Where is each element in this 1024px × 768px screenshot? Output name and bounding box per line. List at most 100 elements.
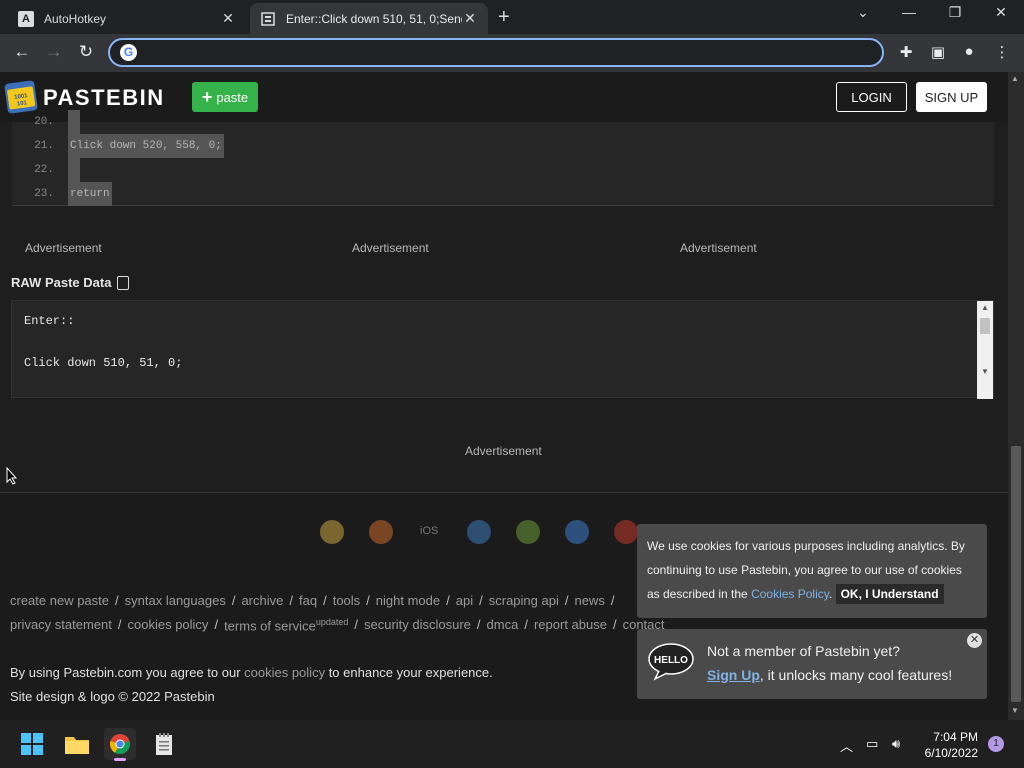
scroll-down-icon[interactable]: ▼ [1011, 706, 1019, 715]
file-explorer-icon[interactable] [61, 728, 93, 760]
windows-app-icon[interactable] [467, 520, 491, 544]
terms-text: terms of service [224, 618, 316, 634]
browser-title-bar: A AutoHotkey ✕ Enter::Click down 510, 51… [0, 0, 1024, 34]
footer-link[interactable]: news [574, 593, 604, 608]
footer-link[interactable]: tools [333, 593, 360, 608]
address-bar[interactable]: G [108, 38, 884, 67]
close-icon[interactable]: ✕ [967, 633, 982, 648]
start-icon[interactable] [16, 728, 48, 760]
footer-link[interactable]: privacy statement [10, 617, 112, 633]
code-line: 23. return [12, 182, 994, 206]
code-text: Click down 520, 558, 0; [68, 134, 224, 158]
cookies-policy-link[interactable]: cookies policy [244, 665, 325, 680]
network-icon[interactable]: ▭ [866, 736, 878, 752]
footer-link[interactable]: create new paste [10, 593, 109, 608]
tab-close-icon[interactable]: ✕ [462, 10, 478, 27]
cookies-policy-link[interactable]: Cookies Policy [751, 587, 829, 601]
footer-link[interactable]: report abuse [534, 617, 607, 633]
footer-link[interactable]: dmca [487, 617, 519, 633]
android-app-icon[interactable] [516, 520, 540, 544]
restore-icon[interactable]: ❐ [940, 4, 970, 21]
signup-link[interactable]: Sign Up [707, 667, 760, 683]
raw-paste-text: Enter:: Click down 510, 51, 0; [24, 314, 183, 370]
footer-link[interactable]: security disclosure [364, 617, 471, 633]
chrome-app-icon[interactable] [320, 520, 344, 544]
mac-app-icon[interactable] [565, 520, 589, 544]
code-text: return [68, 182, 112, 206]
footer-link-terms[interactable]: terms of serviceupdated [224, 617, 348, 633]
tab-title: AutoHotkey [44, 11, 107, 26]
copyright-text: Site design & logo © 2022 Pastebin [10, 689, 215, 704]
footer-links-row: create new paste / syntax languages / arch… [10, 593, 615, 608]
footer-link[interactable]: faq [299, 593, 317, 608]
member-text: , it unlocks many cool features! [759, 667, 953, 683]
volume-icon[interactable]: 🔊︎ [892, 736, 900, 752]
page-content: 1001 101 PASTEBIN + paste LOGIN SIGN UP … [0, 72, 1008, 720]
page-scroll-thumb[interactable] [1011, 446, 1021, 702]
raw-paste-textarea[interactable]: Enter:: Click down 510, 51, 0; ▲ ▼ [11, 300, 994, 399]
pastebin-logo-icon[interactable]: 1001 101 [4, 78, 38, 114]
plus-icon: + [201, 86, 213, 107]
reload-icon[interactable]: ↻ [74, 42, 98, 62]
footer-link[interactable]: api [456, 593, 473, 608]
tab-search-icon[interactable]: ⌄ [848, 4, 878, 21]
menu-icon[interactable]: ⋮ [992, 43, 1012, 61]
note-text: to enhance your experience. [325, 665, 493, 680]
paste-button-label: paste [216, 89, 249, 105]
line-number: 20. [34, 116, 54, 128]
line-number: 23. [34, 188, 54, 200]
forward-icon[interactable]: → [42, 42, 66, 62]
clock-time: 7:04 PM [933, 730, 978, 744]
raw-scrollbar[interactable]: ▲ ▼ [977, 301, 993, 399]
page-scrollbar[interactable]: ▲ ▼ [1008, 72, 1024, 720]
pastebin-logo-text[interactable]: PASTEBIN [43, 85, 165, 111]
tab-pastebin[interactable]: Enter::Click down 510, 51, 0;Send ✕ [250, 3, 488, 34]
scroll-up-icon[interactable]: ▲ [977, 303, 993, 312]
copy-icon[interactable] [117, 275, 130, 290]
scroll-thumb[interactable] [980, 318, 990, 334]
profile-icon[interactable]: ● [959, 43, 979, 60]
minimize-icon[interactable]: — [894, 4, 924, 20]
browser-toolbar: ← → ↻ G ✚ ▣ ● ⋮ [0, 34, 1024, 72]
code-line: 21. Click down 520, 558, 0; [12, 134, 994, 158]
chevron-up-icon[interactable]: ︿ [840, 736, 853, 755]
scroll-down-icon[interactable]: ▼ [977, 367, 993, 376]
code-line: 20. [12, 110, 994, 134]
member-title: Not a member of Pastebin yet? [707, 643, 900, 659]
back-icon[interactable]: ← [10, 42, 34, 62]
cookie-accept-button[interactable]: OK, I Understand [835, 584, 944, 604]
tab-close-icon[interactable]: ✕ [220, 10, 236, 27]
notepad-icon[interactable] [148, 728, 180, 760]
raw-paste-title: RAW Paste Data [11, 275, 130, 290]
chrome-taskbar-icon[interactable] [104, 728, 136, 761]
close-window-icon[interactable]: ✕ [986, 4, 1016, 21]
notification-badge[interactable]: 1 [988, 736, 1004, 752]
autohotkey-favicon-icon: A [18, 10, 34, 27]
advertisement-label: Advertisement [352, 241, 429, 255]
login-button[interactable]: LOGIN [836, 82, 907, 112]
cookie-period: . [828, 587, 833, 601]
system-clock[interactable]: 7:04 PM 6/10/2022 [918, 729, 978, 761]
advertisement-label: Advertisement [25, 241, 102, 255]
tab-title: Enter::Click down 510, 51, 0;Send [286, 11, 462, 26]
tab-autohotkey[interactable]: A AutoHotkey ✕ [8, 3, 246, 34]
footer-link[interactable]: night mode [376, 593, 440, 608]
footer-link[interactable]: scraping api [489, 593, 559, 608]
firefox-app-icon[interactable] [369, 520, 393, 544]
extensions-icon[interactable]: ✚ [896, 43, 916, 61]
footer-link[interactable]: cookies policy [128, 617, 209, 633]
footer-link[interactable]: archive [241, 593, 283, 608]
selection-block [68, 110, 80, 134]
address-input[interactable] [146, 43, 846, 62]
pastebin-favicon-icon [260, 11, 276, 27]
google-icon: G [120, 44, 137, 61]
scroll-up-icon[interactable]: ▲ [1011, 74, 1019, 83]
opera-app-icon[interactable] [614, 520, 638, 544]
footer-link[interactable]: syntax languages [125, 593, 226, 608]
new-paste-button[interactable]: + paste [192, 82, 258, 112]
side-panel-icon[interactable]: ▣ [928, 43, 948, 61]
signup-button[interactable]: SIGN UP [916, 82, 987, 112]
note-text: By using Pastebin.com you agree to our [10, 665, 245, 680]
ios-app-label[interactable]: iOS [420, 525, 438, 537]
new-tab-button[interactable]: + [498, 6, 510, 29]
